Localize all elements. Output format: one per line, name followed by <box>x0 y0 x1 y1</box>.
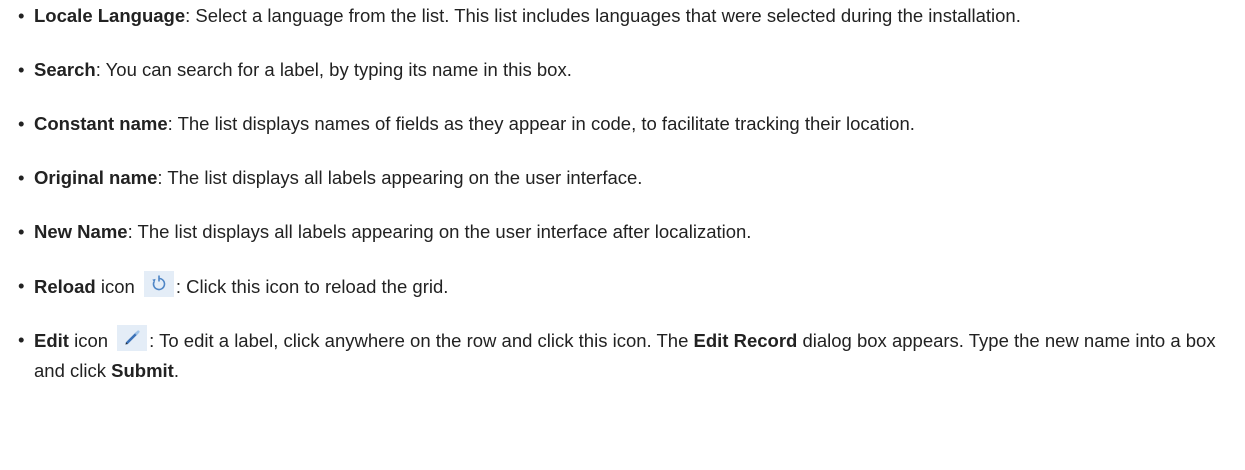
description-new-name: : The list displays all labels appearing… <box>127 221 752 242</box>
bullet: • <box>18 113 25 134</box>
term-original-name: Original name <box>34 167 158 188</box>
term-constant-name: Constant name <box>34 113 168 134</box>
bullet: • <box>18 221 25 242</box>
reload-icon <box>143 271 174 297</box>
list-item-original-name: • Original name: The list displays all l… <box>18 163 1233 193</box>
list-item-constant-name: • Constant name: The list displays names… <box>18 109 1233 139</box>
edit-record-term: Edit Record <box>693 330 798 351</box>
term-reload: Reload <box>34 276 96 297</box>
bullet: • <box>18 167 25 188</box>
term-search: Search <box>34 59 96 80</box>
term-edit: Edit <box>34 330 69 351</box>
description-search: : You can search for a label, by typing … <box>95 59 572 80</box>
description-edit-c: . <box>173 360 179 381</box>
bullet: • <box>18 275 25 296</box>
description-original-name: : The list displays all labels appearing… <box>157 167 643 188</box>
term-locale-language: Locale Language <box>34 5 186 26</box>
submit-term: Submit <box>111 360 174 381</box>
description-edit-a: : To edit a label, click anywhere on the… <box>149 330 694 351</box>
edit-icon-word: icon <box>68 330 114 351</box>
description-list: • Locale Language: Select a language fro… <box>18 0 1233 386</box>
description-locale-language: : Select a language from the list. This … <box>185 5 1021 26</box>
description-constant-name: : The list displays names of fields as t… <box>167 113 915 134</box>
list-item-reload: • Reload icon : Click this icon to reloa… <box>18 271 1233 302</box>
bullet: • <box>18 59 25 80</box>
description-reload: : Click this icon to reload the grid. <box>175 276 449 297</box>
list-item-new-name: • New Name: The list displays all labels… <box>18 217 1233 247</box>
list-item-locale-language: • Locale Language: Select a language fro… <box>18 1 1233 31</box>
list-item-edit: • Edit icon : To edit a label, click any… <box>18 325 1233 386</box>
edit-icon <box>117 325 148 351</box>
term-new-name: New Name <box>34 221 128 242</box>
bullet: • <box>18 5 25 26</box>
bullet: • <box>18 329 25 350</box>
reload-icon-word: icon <box>95 276 140 297</box>
list-item-search: • Search: You can search for a label, by… <box>18 55 1233 85</box>
